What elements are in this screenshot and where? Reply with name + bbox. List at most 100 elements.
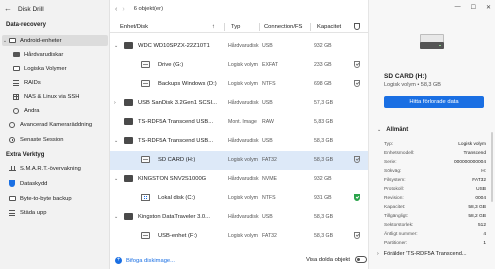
- parent-header-label: Förälder 'TS-RDF5A Transcend...: [383, 251, 467, 257]
- column-type[interactable]: Typ: [231, 24, 240, 30]
- device-connection: EXFAT: [262, 62, 279, 68]
- property-row: Partitioner: 1: [384, 241, 486, 246]
- device-name: KINGSTON SNV2S1000G: [138, 176, 207, 182]
- protection-shield-icon[interactable]: [354, 232, 360, 239]
- table-row[interactable]: TS-RDF5A Transcend USB... Mont. Image RA…: [110, 113, 368, 132]
- plus-icon: +: [115, 257, 122, 264]
- device-connection: FAT32: [262, 157, 277, 163]
- protection-enabled-icon[interactable]: [354, 194, 360, 201]
- phone-icon: [8, 37, 16, 45]
- window-controls: — ☐ ✕: [455, 4, 491, 11]
- parent-section-header[interactable]: › Förälder 'TS-RDF5A Transcend...: [377, 251, 489, 257]
- device-name: TS-RDF5A Transcend USB...: [138, 138, 214, 144]
- maximize-icon[interactable]: ☐: [471, 4, 476, 11]
- sidebar-item-advanced-camera[interactable]: Avancerad Kameraräddning: [2, 119, 108, 130]
- disk-drill-window: ← Disk Drill Data-recovery ⌄ Android-enh…: [0, 0, 495, 269]
- property-row: Typ: Logisk volym: [384, 142, 486, 147]
- protection-shield-icon[interactable]: [354, 80, 360, 87]
- details-title: SD CARD (H:): [384, 73, 427, 80]
- property-row: Filsystem: FAT32: [384, 178, 486, 183]
- device-type: Hårdvarudisk: [228, 100, 259, 106]
- object-count: 6 objekt(er): [133, 6, 164, 12]
- chevron-down-icon[interactable]: ⌄: [114, 176, 118, 182]
- column-header: Enhet/Disk ↑ Typ Connection/FS Kapacitet: [110, 21, 368, 33]
- sidebar-item-smart[interactable]: S.M.A.R.T.-övervakning: [2, 163, 108, 174]
- device-name: SD CARD (H:): [158, 157, 196, 163]
- table-row[interactable]: Drive (G:) Logisk volym EXFAT 233 GB: [110, 56, 368, 75]
- column-connection[interactable]: Connection/FS: [264, 24, 302, 30]
- sidebar-item-raids[interactable]: RAIDs: [12, 77, 108, 88]
- property-row: Äntligt nummer: 4: [384, 232, 486, 237]
- device-capacity: 57,3 GB: [314, 100, 334, 106]
- raid-icon: [12, 79, 20, 87]
- chevron-right-icon: ›: [377, 251, 379, 257]
- sidebar-item-label: Senaste Session: [20, 136, 64, 143]
- device-name: USB SanDisk 3.2Gen1 SCSI...: [138, 100, 217, 106]
- protection-shield-icon[interactable]: [354, 61, 360, 68]
- section-extra-tools: Extra Verktyg: [6, 152, 45, 158]
- table-row[interactable]: Lokal disk (C:) Logisk volym NTFS 931 GB: [110, 189, 368, 208]
- find-lost-data-button[interactable]: Hitta förlorade data: [384, 96, 484, 108]
- sidebar-item-backup[interactable]: Byte-to-byte backup: [2, 193, 108, 204]
- sidebar-item-last-session[interactable]: Senaste Session: [2, 134, 108, 145]
- chevron-right-icon[interactable]: ›: [114, 100, 116, 106]
- column-capacity[interactable]: Kapacitet: [317, 24, 341, 30]
- table-row[interactable]: › USB SanDisk 3.2Gen1 SCSI... Hårdvarudi…: [110, 94, 368, 113]
- volume-icon: [141, 232, 150, 239]
- device-list-panel: ‹ › 6 objekt(er) Enhet/Disk ↑ Typ Connec…: [110, 0, 368, 269]
- close-icon[interactable]: ✕: [486, 4, 491, 11]
- device-type: Hårdvarudisk: [228, 176, 259, 182]
- sidebar-item-logical[interactable]: Logiska Volymer: [12, 63, 108, 74]
- hard-drive-icon: [124, 137, 133, 144]
- chevron-down-icon[interactable]: ⌄: [114, 138, 118, 144]
- sidebar-item-label: Andra: [24, 107, 40, 114]
- sidebar-item-nas[interactable]: NAS & Linux via SSH: [12, 91, 108, 102]
- backup-icon: [8, 195, 16, 203]
- device-capacity: 58,3 GB: [314, 233, 334, 239]
- minimize-icon[interactable]: —: [455, 4, 461, 11]
- device-capacity: 931 GB: [314, 195, 332, 201]
- chevron-down-icon[interactable]: ⌄: [114, 214, 118, 220]
- show-hidden-toggle[interactable]: [355, 256, 367, 263]
- sidebar-item-label: S.M.A.R.T.-övervakning: [20, 165, 81, 172]
- device-capacity: 233 GB: [314, 62, 332, 68]
- other-device-icon: [12, 107, 20, 115]
- device-connection: USB: [262, 214, 273, 220]
- broom-icon: [8, 209, 16, 217]
- protection-shield-icon[interactable]: [354, 156, 360, 163]
- back-arrow-icon[interactable]: ←: [4, 5, 12, 13]
- property-row: Enhetsmodell: Transcend: [384, 151, 486, 156]
- device-connection: USB: [262, 138, 273, 144]
- table-row[interactable]: ⌄ WDC WD10SPZX-22Z10T1 Hårdvarudisk USB …: [110, 37, 368, 56]
- property-row: Tillgängligt: 58,2 GB: [384, 214, 486, 219]
- table-row[interactable]: ⌄ Kingston DataTraveler 3.0... Hårdvarud…: [110, 208, 368, 227]
- table-row[interactable]: ⌄ KINGSTON SNV2S1000G Hårdvarudisk NVME …: [110, 170, 368, 189]
- nav-forward-icon[interactable]: ›: [122, 6, 124, 13]
- hard-drive-icon: [124, 213, 133, 220]
- device-capacity: 932 GB: [314, 43, 332, 49]
- sidebar-item-label: Byte-to-byte backup: [20, 195, 72, 202]
- sidebar-item-android[interactable]: ⌄ Android-enheter: [2, 35, 108, 46]
- sort-arrow-icon[interactable]: ↑: [212, 24, 215, 30]
- details-scrollbar[interactable]: [491, 132, 493, 202]
- sidebar-item-hardware[interactable]: Hårdvarudiskar: [12, 49, 108, 60]
- sidebar-item-protection[interactable]: Dataskydd: [2, 178, 108, 189]
- table-row-selected[interactable]: SD CARD (H:) Logisk volym FAT32 58,3 GB: [110, 151, 368, 170]
- device-name: USB-enhet (F:): [158, 233, 197, 239]
- chevron-down-icon[interactable]: ⌄: [114, 43, 118, 49]
- sidebar-item-cleanup[interactable]: Städa upp: [2, 207, 108, 218]
- device-connection: USB: [262, 43, 273, 49]
- sidebar-item-other[interactable]: Andra: [12, 105, 108, 116]
- windows-volume-icon: [141, 194, 150, 201]
- table-row[interactable]: USB-enhet (F:) Logisk volym FAT32 58,3 G…: [110, 227, 368, 246]
- attach-disk-image-button[interactable]: + Bifoga diskimage...: [115, 257, 175, 264]
- nav-back-icon[interactable]: ‹: [115, 6, 117, 13]
- column-device[interactable]: Enhet/Disk: [120, 24, 148, 30]
- general-section-header[interactable]: ⌄ Allmänt: [377, 127, 408, 133]
- table-row[interactable]: Backups Windows (D:) Logisk volym NTFS 6…: [110, 75, 368, 94]
- device-connection: NTFS: [262, 81, 276, 87]
- sidebar-item-label: Logiska Volymer: [24, 65, 67, 72]
- device-capacity: 58,3 GB: [314, 138, 334, 144]
- general-header-label: Allmänt: [386, 127, 409, 133]
- table-row[interactable]: ⌄ TS-RDF5A Transcend USB... Hårdvarudisk…: [110, 132, 368, 151]
